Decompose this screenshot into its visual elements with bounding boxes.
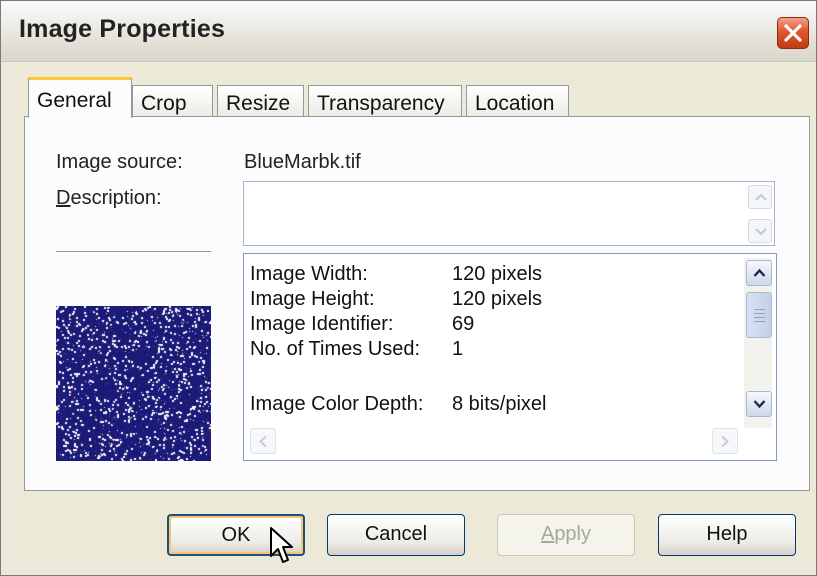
image-preview	[56, 306, 211, 461]
tab-resize[interactable]: Resize	[217, 85, 304, 117]
image-source-value: BlueMarbk.tif	[244, 151, 361, 173]
scroll-right-icon	[721, 435, 729, 448]
image-properties-dialog: Image Properties General Crop Resize Tra…	[0, 0, 817, 576]
info-value: 8 bits/pixel	[452, 393, 547, 415]
tab-general-label: General	[37, 89, 112, 112]
tab-resize-label: Resize	[226, 92, 291, 115]
scroll-down-icon	[755, 228, 767, 236]
info-row-height: Image Height: 120 pixels	[250, 288, 542, 311]
info-value: 1	[452, 338, 464, 360]
description-scroll-up-button[interactable]	[748, 185, 772, 209]
scroll-up-icon	[755, 193, 767, 201]
info-row-identifier: Image Identifier: 69	[250, 313, 474, 336]
apply-mnemonic: A	[540, 523, 555, 545]
cancel-button[interactable]: Cancel	[327, 514, 465, 556]
mouse-cursor-icon	[270, 527, 293, 563]
info-label: Image Height:	[250, 288, 375, 310]
info-label: No. of Times Used:	[250, 338, 421, 360]
info-scroll-up-button[interactable]	[746, 260, 772, 286]
scroll-down-icon	[753, 400, 766, 409]
scroll-up-icon	[753, 268, 766, 277]
tab-location[interactable]: Location	[466, 85, 569, 117]
description-scrollbar[interactable]	[748, 185, 772, 243]
info-label: Image Color Depth:	[250, 393, 424, 415]
description-scroll-down-button[interactable]	[748, 219, 772, 243]
tab-transparency-label: Transparency	[317, 92, 445, 115]
scroll-left-icon	[259, 435, 267, 448]
info-label: Image Identifier:	[250, 313, 394, 335]
info-vertical-scrollbar[interactable]	[744, 258, 772, 428]
description-mnemonic: D	[56, 187, 71, 209]
info-label: Image Width:	[250, 263, 368, 285]
info-row-width: Image Width: 120 pixels	[250, 263, 542, 286]
tab-crop-label: Crop	[141, 92, 187, 115]
info-row-times-used: No. of Times Used: 1	[250, 338, 463, 361]
apply-label: pply	[554, 523, 592, 545]
info-value: 120 pixels	[452, 263, 543, 285]
image-source-label: Image source:	[56, 151, 183, 173]
apply-button[interactable]: Apply	[497, 514, 635, 556]
info-value: 120 pixels	[452, 288, 543, 310]
close-button[interactable]	[777, 17, 809, 49]
info-scroll-right-button[interactable]	[712, 428, 738, 454]
preview-separator	[56, 251, 211, 253]
info-scroll-left-button[interactable]	[250, 428, 276, 454]
info-horizontal-scrollbar[interactable]	[248, 428, 742, 456]
tab-location-label: Location	[475, 92, 555, 115]
window-title: Image Properties	[19, 15, 226, 43]
image-info-list[interactable]: Image Width: 120 pixels Image Height: 120 …	[243, 253, 777, 461]
info-scroll-thumb[interactable]	[746, 292, 772, 338]
description-label-text: escription:	[70, 187, 162, 209]
description-field[interactable]	[243, 181, 775, 246]
tab-crop[interactable]: Crop	[132, 85, 213, 117]
title-bar[interactable]: Image Properties	[1, 1, 816, 62]
close-icon	[784, 24, 802, 42]
tab-transparency[interactable]: Transparency	[308, 85, 462, 117]
tab-general[interactable]: General	[28, 77, 132, 118]
info-scroll-down-button[interactable]	[746, 391, 772, 417]
help-button[interactable]: Help	[658, 514, 796, 556]
info-row-color-depth: Image Color Depth: 8 bits/pixel	[250, 393, 547, 416]
description-label: Description:	[56, 187, 162, 210]
info-value: 69	[452, 313, 475, 335]
